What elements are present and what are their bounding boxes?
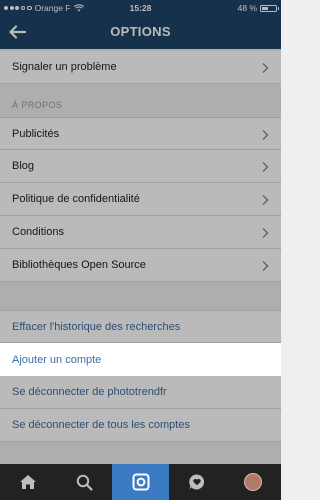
navigation-bar: OPTIONS	[0, 16, 281, 49]
options-list: Signaler un problème À PROPOS Publicités…	[0, 49, 281, 464]
battery-icon	[260, 4, 279, 12]
ads-row[interactable]: Publicités	[0, 117, 281, 150]
options-screen: Orange F 15:28 48 % OPTIONS Signaler un …	[0, 0, 281, 500]
row-label: Publicités	[12, 127, 60, 140]
row-label: Politique de confidentialité	[12, 193, 140, 205]
row-label: Effacer l'historique des recherches	[12, 320, 181, 333]
tab-camera[interactable]	[112, 464, 169, 500]
logout-account-row[interactable]: Se déconnecter de phototrendfr	[0, 376, 281, 409]
activity-heart-icon	[188, 474, 204, 490]
add-account-row[interactable]: Ajouter un compte	[0, 343, 281, 376]
chevron-right-icon	[262, 130, 269, 140]
chevron-right-icon	[262, 195, 269, 205]
terms-row[interactable]: Conditions	[0, 216, 281, 249]
row-label: Bibliothèques Open Source	[12, 259, 146, 271]
row-label: Ajouter un compte	[12, 353, 102, 366]
profile-avatar-icon	[243, 473, 262, 491]
blog-row[interactable]: Blog	[0, 150, 281, 183]
search-icon	[76, 474, 93, 491]
chevron-right-icon	[262, 261, 269, 271]
clear-search-history-row[interactable]: Effacer l'historique des recherches	[0, 310, 281, 343]
tab-home[interactable]	[0, 464, 56, 500]
status-bar: Orange F 15:28 48 %	[0, 0, 281, 16]
battery-area: 48 %	[237, 3, 279, 13]
row-label: Se déconnecter de tous les comptes	[12, 419, 190, 431]
camera-icon	[132, 473, 149, 491]
page-title: OPTIONS	[110, 24, 171, 39]
home-icon	[20, 475, 37, 489]
chevron-right-icon	[262, 63, 269, 73]
tab-bar	[0, 464, 281, 500]
chevron-right-icon	[262, 162, 269, 172]
battery-percent: 48 %	[237, 3, 257, 13]
row-label: Se déconnecter de phototrendfr	[12, 386, 167, 398]
open-source-libraries-row[interactable]: Bibliothèques Open Source	[0, 249, 281, 282]
row-label: Signaler un problème	[12, 61, 117, 73]
row-label: Blog	[12, 160, 35, 172]
row-label: Conditions	[12, 226, 64, 238]
chevron-right-icon	[262, 228, 269, 238]
privacy-policy-row[interactable]: Politique de confidentialité	[0, 183, 281, 216]
section-header-about: À PROPOS	[12, 100, 63, 110]
tab-activity[interactable]	[169, 464, 225, 500]
tab-search[interactable]	[56, 464, 112, 500]
logout-all-accounts-row[interactable]: Se déconnecter de tous les comptes	[0, 409, 281, 442]
report-problem-row[interactable]: Signaler un problème	[0, 51, 281, 84]
tab-profile[interactable]	[225, 464, 281, 500]
